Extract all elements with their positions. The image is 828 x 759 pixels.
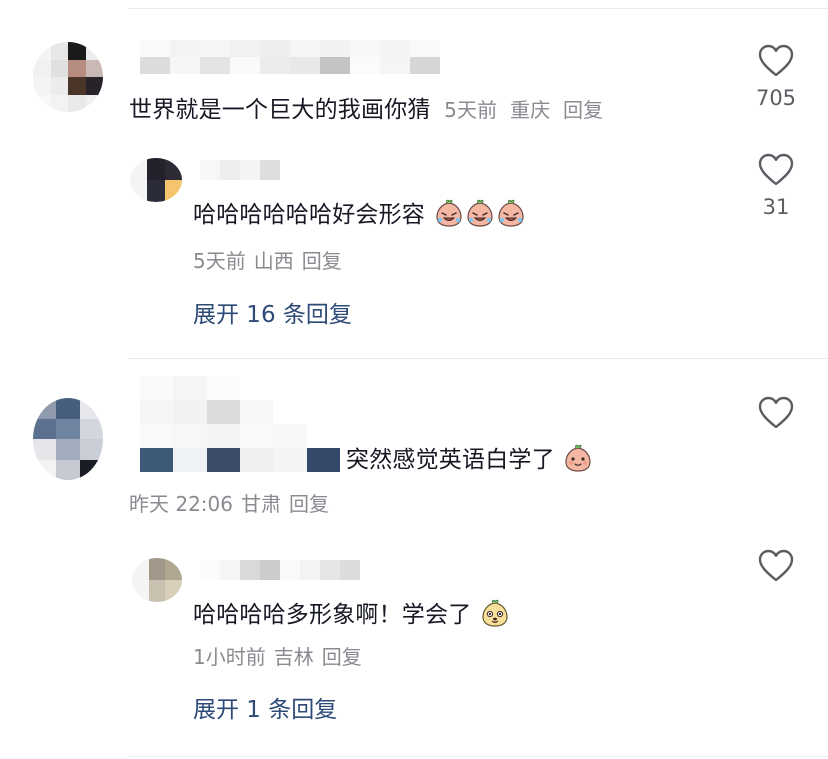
reply-button[interactable]: 回复 bbox=[322, 645, 362, 669]
username-redacted[interactable] bbox=[200, 160, 280, 180]
reply-time: 5天前 bbox=[193, 249, 246, 273]
avatar[interactable] bbox=[33, 398, 103, 480]
username-redacted[interactable] bbox=[140, 40, 440, 74]
avatar[interactable] bbox=[130, 158, 182, 202]
heart-icon bbox=[758, 396, 794, 429]
comment-location: 重庆 bbox=[510, 98, 551, 122]
expand-replies-button[interactable]: 展开 16 条回复 bbox=[193, 295, 352, 329]
dog-face-emoji bbox=[482, 599, 508, 627]
reply-body: 哈哈哈哈哈哈好会形容 bbox=[193, 202, 425, 228]
heart-icon bbox=[758, 549, 794, 582]
avatar[interactable] bbox=[132, 558, 182, 602]
reply-text: 哈哈哈哈多形象啊！学会了 bbox=[193, 595, 510, 629]
comment-location: 甘肃 bbox=[241, 492, 281, 516]
reply-location: 山西 bbox=[253, 249, 294, 273]
reply-button[interactable]: 回复 bbox=[563, 98, 603, 122]
reply-button[interactable]: 回复 bbox=[302, 249, 342, 273]
reply-text: 哈哈哈哈哈哈好会形容 bbox=[193, 195, 526, 229]
comment-time: 昨天 22:06 bbox=[129, 492, 233, 516]
reply-button[interactable]: 回复 bbox=[289, 492, 329, 516]
divider bbox=[128, 358, 828, 359]
expand-replies-button[interactable]: 展开 1 条回复 bbox=[193, 690, 337, 724]
comment-text: 世界就是一个巨大的我画你猜 5天前 重庆 回复 bbox=[129, 90, 603, 124]
crying-laughing-peach-emoji bbox=[497, 199, 524, 227]
like-count: 705 bbox=[755, 86, 797, 110]
comment-time: 5天前 bbox=[444, 98, 498, 122]
comment-body: 突然感觉英语白学了 bbox=[346, 447, 555, 473]
crying-laughing-peach-emoji bbox=[466, 199, 493, 227]
crying-laughing-peach-emoji bbox=[435, 199, 462, 227]
reply-time: 1小时前 bbox=[193, 645, 266, 669]
like-button[interactable] bbox=[746, 396, 806, 430]
divider bbox=[128, 756, 828, 757]
reply-location: 吉林 bbox=[273, 645, 314, 669]
comment-body: 世界就是一个巨大的我画你猜 bbox=[129, 97, 431, 123]
heart-icon bbox=[758, 44, 794, 77]
like-button[interactable]: 31 bbox=[746, 153, 806, 219]
smiling-peach-emoji bbox=[565, 444, 591, 472]
heart-icon bbox=[758, 153, 794, 186]
like-button[interactable]: 705 bbox=[746, 44, 806, 110]
divider bbox=[128, 8, 828, 9]
like-button[interactable] bbox=[746, 549, 806, 583]
username-redacted[interactable] bbox=[140, 376, 340, 472]
username-redacted[interactable] bbox=[200, 560, 360, 580]
comment-meta: 昨天 22:06 甘肃 回复 bbox=[129, 488, 337, 517]
like-count: 31 bbox=[762, 195, 790, 219]
reply-meta: 5天前 山西 回复 bbox=[193, 245, 350, 274]
reply-meta: 1小时前 吉林 回复 bbox=[193, 641, 370, 670]
avatar[interactable] bbox=[33, 42, 103, 112]
reply-body: 哈哈哈哈多形象啊！学会了 bbox=[193, 602, 472, 628]
comment-text: 突然感觉英语白学了 bbox=[346, 440, 593, 474]
